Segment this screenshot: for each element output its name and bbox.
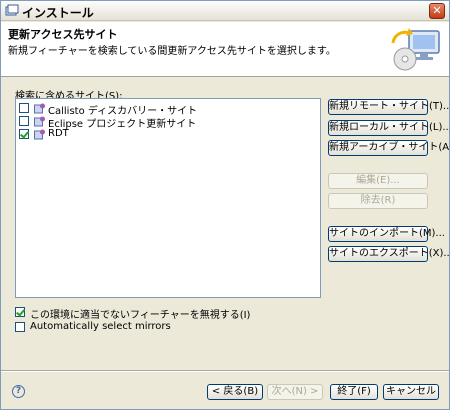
update-wizard-icon	[391, 28, 440, 71]
new-archive-site-button[interactable]: 新規アーカイブ・サイト(A)...	[328, 140, 450, 156]
update-site-icon	[34, 103, 45, 114]
new-local-site-button[interactable]: 新規ローカル・サイト(L)...	[328, 120, 450, 136]
page-title: 更新アクセス先サイト	[8, 28, 118, 41]
site-name: RDT	[48, 128, 69, 139]
ignore-features-label: この環境に適当でないフィーチャーを無視する(I)	[30, 310, 251, 321]
site-name: Eclipse プロジェクト更新サイト	[48, 119, 197, 130]
install-dialog: インストール ✕ 更新アクセス先サイト 新規フィーチャーを検索している間更新アク…	[0, 0, 450, 410]
cancel-button[interactable]: キャンセル	[383, 384, 439, 400]
help-icon[interactable]: ?	[12, 385, 25, 398]
update-site-icon	[34, 129, 45, 140]
ignore-features-checkbox[interactable]	[15, 307, 25, 317]
auto-mirrors-checkbox[interactable]	[15, 322, 25, 332]
edit-button[interactable]: 編集(E)...	[328, 173, 428, 189]
new-remote-site-button[interactable]: 新規リモート・サイト(T)...	[328, 99, 450, 115]
back-button[interactable]: < 戻る(B)	[207, 384, 263, 400]
site-checkbox[interactable]	[19, 129, 29, 139]
site-checkbox[interactable]	[19, 103, 29, 113]
close-button[interactable]: ✕	[429, 3, 445, 19]
auto-mirrors-label: Automatically select mirrors	[30, 321, 171, 332]
window-title: インストール	[22, 6, 94, 20]
wizard-header: 更新アクセス先サイト 新規フィーチャーを検索している間更新アクセス先サイトを選択…	[1, 22, 449, 77]
import-sites-button[interactable]: サイトのインポート(M)...	[328, 226, 445, 242]
update-site-icon	[34, 116, 45, 127]
footer-divider	[1, 370, 449, 372]
title-bar: インストール ✕	[1, 1, 449, 21]
page-description: 新規フィーチャーを検索している間更新アクセス先サイトを選択します。	[8, 46, 336, 57]
install-window-icon	[5, 4, 19, 16]
finish-button[interactable]: 終了(F)	[330, 384, 378, 400]
remove-button[interactable]: 除去(R)	[328, 193, 428, 209]
site-list: Callisto ディスカバリー・サイト Eclipse プロジェクト更新サイト…	[15, 98, 321, 298]
site-checkbox[interactable]	[19, 116, 29, 126]
next-button[interactable]: 次へ(N) >	[267, 384, 323, 400]
export-sites-button[interactable]: サイトのエクスポート(X)...	[328, 246, 450, 262]
